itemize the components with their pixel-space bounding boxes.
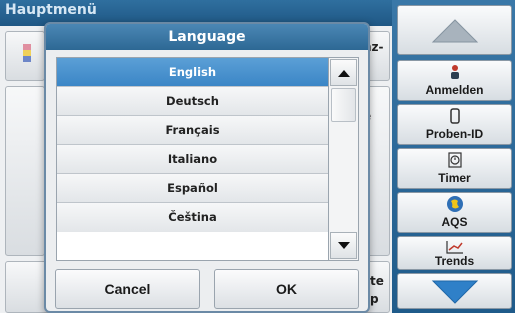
user-icon bbox=[450, 65, 459, 79]
scroll-down-button[interactable] bbox=[397, 273, 512, 309]
language-item-italiano[interactable]: Italiano bbox=[57, 145, 328, 174]
bg-tile-bottom-right-label-2: p bbox=[370, 292, 379, 306]
timer-button[interactable]: Timer bbox=[397, 148, 512, 189]
up-arrow-icon bbox=[431, 19, 479, 43]
language-list[interactable]: English Deutsch Français Italiano Españo… bbox=[56, 57, 329, 261]
trends-label: Trends bbox=[434, 254, 475, 268]
scroll-up-button[interactable] bbox=[397, 5, 512, 55]
globe-icon bbox=[446, 196, 463, 212]
aqs-button[interactable]: AQS bbox=[397, 192, 512, 233]
main-menu-title: Hauptmenü bbox=[5, 2, 97, 18]
down-arrow-icon bbox=[431, 280, 479, 304]
sample-vial-icon bbox=[449, 108, 460, 124]
list-scroll-up-button[interactable] bbox=[330, 59, 357, 86]
anmelden-label: Anmelden bbox=[425, 83, 484, 97]
ok-button[interactable]: OK bbox=[214, 269, 359, 309]
trend-chart-icon bbox=[445, 241, 463, 254]
aqs-label: AQS bbox=[441, 215, 468, 229]
list-scroll-down-button[interactable] bbox=[330, 232, 357, 259]
dialog-title: Language bbox=[46, 24, 368, 50]
anmelden-button[interactable]: Anmelden bbox=[397, 60, 512, 101]
caret-up-icon bbox=[337, 69, 350, 77]
timer-label: Timer bbox=[438, 171, 471, 185]
scrollbar-thumb[interactable] bbox=[331, 88, 356, 122]
list-scrollbar[interactable] bbox=[329, 57, 359, 261]
bg-tile-bottom-right-label: te bbox=[370, 274, 384, 288]
cancel-button[interactable]: Cancel bbox=[55, 269, 200, 309]
language-item-cestina[interactable]: Čeština bbox=[57, 203, 328, 232]
proben-id-button[interactable]: Proben-ID bbox=[397, 104, 512, 145]
language-item-english[interactable]: English bbox=[57, 58, 328, 87]
bg-tile-top-left[interactable] bbox=[5, 31, 45, 81]
sample-icon bbox=[23, 44, 31, 64]
language-item-deutsch[interactable]: Deutsch bbox=[57, 87, 328, 116]
clock-icon bbox=[447, 152, 462, 168]
trends-button[interactable]: Trends bbox=[397, 236, 512, 270]
language-dialog: Language English Deutsch Français Italia… bbox=[44, 22, 370, 313]
bg-tile-mid-left[interactable] bbox=[5, 86, 45, 256]
proben-id-label: Proben-ID bbox=[425, 127, 484, 141]
caret-down-icon bbox=[337, 241, 350, 249]
language-item-francais[interactable]: Français bbox=[57, 116, 328, 145]
language-item-espanol[interactable]: Español bbox=[57, 174, 328, 203]
sidebar: Anmelden Proben-ID Timer AQS Trends bbox=[392, 0, 515, 313]
